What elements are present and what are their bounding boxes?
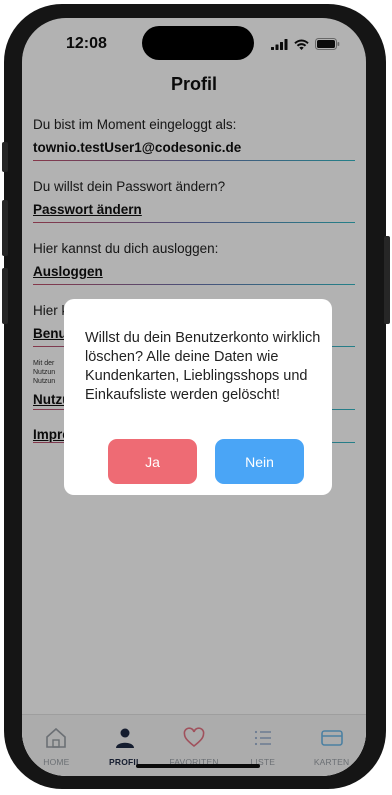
power-button [384,236,390,324]
action-button [2,142,8,172]
cancel-button[interactable]: Nein [215,439,304,484]
delete-account-dialog: Willst du dein Benutzerkonto wirklich lö… [64,299,332,495]
modal-backdrop[interactable]: Willst du dein Benutzerkonto wirklich lö… [22,18,366,776]
confirm-delete-button[interactable]: Ja [108,439,197,484]
screen: 12:08 Profil Du bist im Moment eingelogg… [22,18,366,776]
volume-down-button [2,268,8,324]
dialog-message: Willst du dein Benutzerkonto wirklich lö… [85,330,321,403]
volume-up-button [2,200,8,256]
